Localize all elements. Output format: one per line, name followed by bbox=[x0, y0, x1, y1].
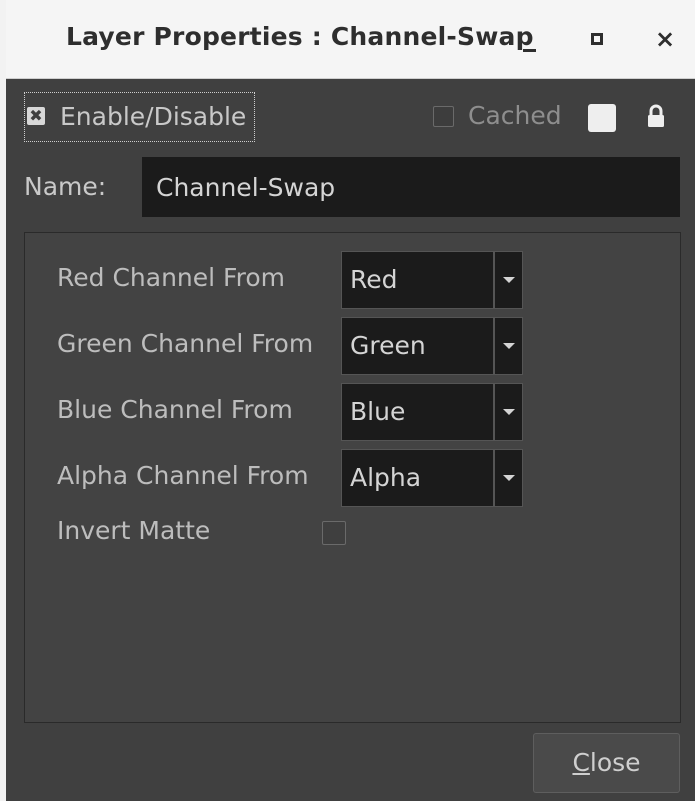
enable-toggle[interactable]: ✖ Enable/Disable bbox=[24, 92, 255, 142]
window-title: Layer Properties : Channel-Swap bbox=[66, 22, 534, 51]
invert-matte-label: Invert Matte bbox=[57, 516, 211, 545]
enable-checkbox[interactable]: ✖ bbox=[27, 107, 45, 125]
blue-channel-select[interactable]: Blue bbox=[341, 383, 523, 441]
chevron-down-icon[interactable] bbox=[493, 252, 522, 308]
channel-panel: Red Channel From Red Green Channel From … bbox=[24, 232, 681, 723]
cached-label: Cached bbox=[468, 101, 562, 130]
close-label: lose bbox=[589, 748, 641, 777]
chevron-down-icon[interactable] bbox=[493, 318, 522, 374]
lock-icon[interactable] bbox=[647, 104, 665, 130]
alpha-channel-value: Alpha bbox=[350, 463, 422, 492]
red-channel-value: Red bbox=[350, 265, 398, 294]
minimize-button[interactable] bbox=[517, 24, 547, 54]
layer-properties-window: Layer Properties : Channel-Swap × ✖ Enab… bbox=[6, 0, 695, 801]
name-label: Name: bbox=[24, 172, 107, 201]
invert-matte-checkbox[interactable] bbox=[322, 521, 346, 545]
enable-label: Enable/Disable bbox=[60, 102, 247, 131]
red-channel-label: Red Channel From bbox=[57, 263, 285, 292]
close-mnemonic: C bbox=[572, 748, 590, 777]
title-bar: Layer Properties : Channel-Swap × bbox=[6, 0, 695, 79]
cached-checkbox[interactable] bbox=[433, 106, 454, 127]
alpha-channel-select[interactable]: Alpha bbox=[341, 449, 523, 507]
blue-channel-value: Blue bbox=[350, 397, 406, 426]
close-window-button[interactable]: × bbox=[652, 24, 678, 54]
green-channel-select[interactable]: Green bbox=[341, 317, 523, 375]
color-swatch[interactable] bbox=[588, 104, 616, 132]
blue-channel-label: Blue Channel From bbox=[57, 395, 293, 424]
chevron-down-icon[interactable] bbox=[493, 384, 522, 440]
alpha-channel-label: Alpha Channel From bbox=[57, 461, 309, 490]
green-channel-label: Green Channel From bbox=[57, 329, 314, 358]
chevron-down-icon[interactable] bbox=[493, 450, 522, 506]
close-button[interactable]: Close bbox=[533, 733, 680, 793]
maximize-button[interactable] bbox=[586, 24, 616, 54]
red-channel-select[interactable]: Red bbox=[341, 251, 523, 309]
name-input[interactable] bbox=[142, 157, 680, 217]
green-channel-value: Green bbox=[350, 331, 426, 360]
